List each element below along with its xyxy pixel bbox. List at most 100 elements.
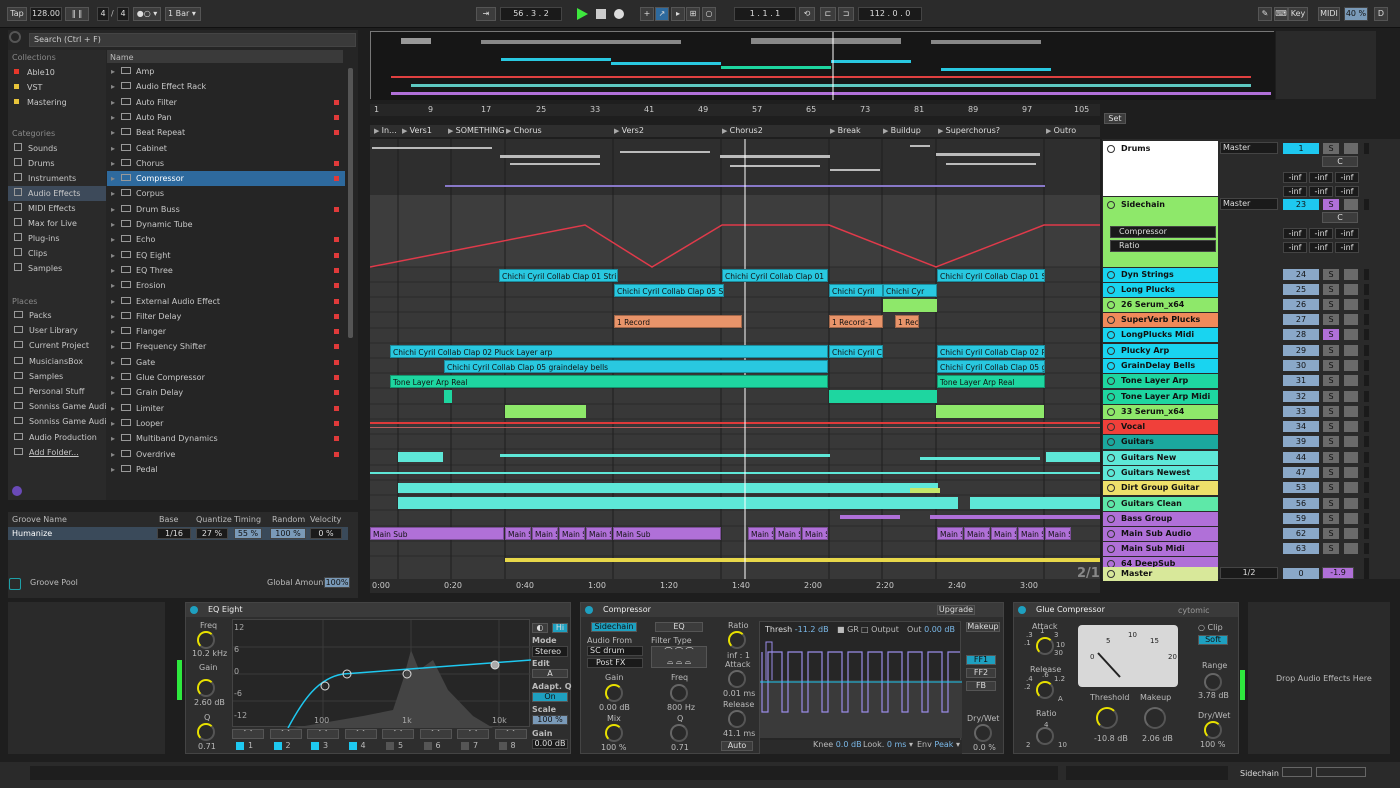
sc-mix-knob[interactable] [605, 724, 623, 742]
glue-clip-toggle[interactable]: ○ Clip [1198, 623, 1223, 632]
post-fx-menu[interactable]: Post FX [587, 658, 643, 668]
glue-power-icon[interactable] [1018, 606, 1026, 614]
arrangement-clip[interactable]: Chichi Cyril Collab Clap 01 Str [937, 269, 1045, 282]
eq-display[interactable] [232, 619, 532, 729]
arrangement-clip[interactable]: Main S [505, 527, 531, 540]
browser-item[interactable]: ▸ Gate [107, 355, 345, 370]
solo-button[interactable]: S [1323, 467, 1339, 478]
track-header[interactable]: 26 Serum_x64 [1103, 298, 1218, 312]
arrangement-clip[interactable]: Main S [1018, 527, 1044, 540]
arm-button[interactable] [1344, 143, 1358, 154]
solo-button[interactable]: S [1323, 143, 1339, 154]
send-value-field[interactable]: -inf [1309, 242, 1333, 253]
browser-item[interactable]: ▸ Auto Pan [107, 110, 345, 125]
collection-item[interactable]: Mastering [8, 95, 106, 110]
fold-toggle-icon[interactable] [1107, 347, 1115, 355]
browser-item[interactable]: ▸ Amp [107, 64, 345, 79]
track-number-field[interactable]: 56 [1283, 498, 1319, 509]
fold-toggle-icon[interactable] [1107, 286, 1115, 294]
solo-button[interactable]: S [1323, 528, 1339, 539]
eq-edit-a-button[interactable]: A [532, 669, 568, 678]
arm-button[interactable] [1344, 513, 1358, 524]
arrangement-lanes[interactable]: Chichi Cyril Collab Clap 01 String Chichi… [370, 139, 1100, 579]
expand-arrow-icon[interactable]: ▸ [111, 355, 121, 370]
fold-toggle-icon[interactable] [1107, 454, 1115, 462]
arm-button[interactable] [1344, 421, 1358, 432]
arrangement-clip[interactable]: 1 Rec [895, 315, 919, 328]
arrangement-clip[interactable]: Chichi Cyril Collab Clap 01 Str [722, 269, 828, 282]
fold-toggle-icon[interactable] [1107, 393, 1115, 401]
category-item[interactable]: MIDI Effects [8, 201, 106, 216]
expand-arrow-icon[interactable]: ▸ [111, 156, 121, 171]
track-header[interactable]: Dirt Group Guitar [1103, 481, 1218, 495]
glue-threshold-knob[interactable] [1096, 707, 1118, 729]
track-number-field[interactable]: 34 [1283, 421, 1319, 432]
stop-icon[interactable] [596, 9, 606, 19]
category-item[interactable]: Audio Effects [8, 186, 106, 201]
set-locator-button[interactable]: Set [1104, 113, 1126, 124]
solo-button[interactable]: S [1323, 269, 1339, 280]
session-record-button[interactable]: ○ [702, 7, 716, 21]
solo-button[interactable]: S [1323, 406, 1339, 417]
automation-arm-button[interactable]: ↗ [655, 7, 669, 21]
arrangement-clip-block[interactable] [444, 390, 452, 403]
fold-toggle-icon[interactable] [1107, 570, 1115, 578]
makeup-toggle[interactable]: Makeup [966, 622, 1000, 632]
fold-toggle-icon[interactable] [1107, 545, 1115, 553]
arrangement-clip[interactable]: Main S [748, 527, 774, 540]
arm-button[interactable] [1344, 406, 1358, 417]
capture-button[interactable]: ⊞ [686, 7, 700, 21]
comp-drywet-knob[interactable] [974, 724, 992, 742]
solo-button[interactable]: S [1323, 284, 1339, 295]
groove-base-field[interactable]: 1/16 [157, 528, 191, 539]
arrangement-clip[interactable]: Tone Layer Arp Real [390, 375, 828, 388]
arm-button[interactable] [1344, 360, 1358, 371]
arm-button[interactable] [1344, 199, 1358, 210]
browser-item[interactable]: ▸ Grain Delay [107, 385, 345, 400]
solo-button[interactable]: S [1323, 314, 1339, 325]
track-number-field[interactable]: 59 [1283, 513, 1319, 524]
lookahead-readout[interactable]: Look. 0 ms ▾ [863, 740, 913, 749]
browser-item[interactable]: ▸ EQ Three [107, 263, 345, 278]
send-value-field[interactable]: -inf [1335, 228, 1359, 239]
place-item[interactable]: User Library [8, 323, 106, 338]
track-number-field[interactable]: 24 [1283, 269, 1319, 280]
place-item[interactable]: Sonniss Game Audio [8, 414, 106, 429]
track-header[interactable]: Tone Layer Arp [1103, 374, 1218, 388]
fold-toggle-icon[interactable] [1107, 408, 1115, 416]
loop-start-field[interactable]: 1 . 1 . 1 [734, 7, 796, 21]
release-auto-button[interactable]: Auto [721, 741, 753, 751]
mini-overview-icon[interactable] [1282, 767, 1312, 777]
arrangement-clip[interactable]: Main S [532, 527, 558, 540]
compressor-display[interactable] [759, 621, 962, 754]
track-number-field[interactable]: 0 [1283, 568, 1319, 579]
send-value-field[interactable]: -inf [1335, 186, 1359, 197]
send-value-field[interactable]: -inf [1309, 228, 1333, 239]
master-io-field[interactable]: 1/2 [1220, 567, 1278, 579]
expand-arrow-icon[interactable]: ▸ [111, 294, 121, 309]
compressor-power-icon[interactable] [585, 606, 593, 614]
track-header[interactable]: 64 DeepSub [1103, 557, 1218, 567]
place-item[interactable]: Samples [8, 369, 106, 384]
expand-arrow-icon[interactable]: ▸ [111, 339, 121, 354]
browser-item[interactable]: ▸ Echo [107, 232, 345, 247]
collection-item[interactable]: Able10 [8, 65, 106, 80]
eq-gain-knob[interactable] [197, 679, 215, 697]
sc-freq-knob[interactable] [670, 684, 688, 702]
signature-denominator[interactable]: 4 [117, 7, 129, 21]
track-header[interactable]: Guitars Clean [1103, 497, 1218, 511]
fb-button[interactable]: FB [966, 681, 996, 691]
browser-item[interactable]: ▸ Beat Repeat [107, 125, 345, 140]
send-value-field[interactable]: -inf [1309, 172, 1333, 183]
arrangement-clip[interactable]: 1 Record [614, 315, 742, 328]
browser-scrollbar[interactable] [348, 68, 353, 338]
track-number-field[interactable]: 31 [1283, 375, 1319, 386]
groove-quantize-field[interactable]: 27 % [196, 528, 228, 539]
expand-arrow-icon[interactable]: ▸ [111, 125, 121, 140]
expand-arrow-icon[interactable]: ▸ [111, 95, 121, 110]
fold-toggle-icon[interactable] [1107, 484, 1115, 492]
signature-numerator[interactable]: 4 [97, 7, 109, 21]
mini-overview-icon-2[interactable] [1316, 767, 1366, 777]
compressor-sidechain-toggle[interactable]: Sidechain [591, 622, 637, 632]
browser-item[interactable]: ▸ Drum Buss [107, 202, 345, 217]
